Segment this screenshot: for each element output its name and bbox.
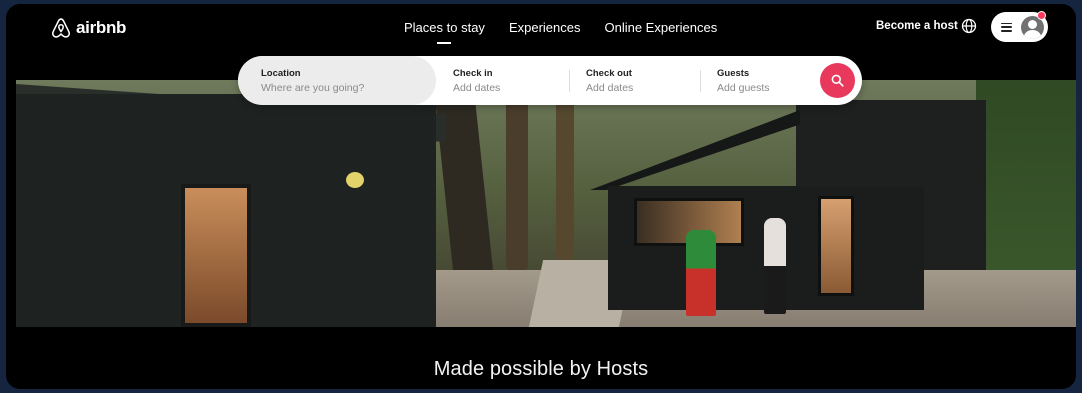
- notification-dot: [1037, 11, 1046, 20]
- check-in-field[interactable]: Check in Add dates: [436, 56, 569, 105]
- hero-tagline: Made possible by Hosts: [433, 358, 649, 380]
- check-out-label: Check out: [586, 68, 632, 79]
- search-icon: [831, 74, 844, 87]
- nav-experiences[interactable]: Experiences: [509, 20, 581, 35]
- location-field[interactable]: Location Where are you going?: [238, 56, 436, 105]
- check-in-label: Check in: [453, 68, 493, 79]
- hero-image: [16, 80, 1076, 327]
- hamburger-icon: [1001, 22, 1012, 32]
- guests-field[interactable]: Guests Add guests: [700, 56, 810, 105]
- airbnb-logo[interactable]: airbnb: [50, 16, 126, 40]
- search-button[interactable]: [820, 63, 855, 98]
- become-host-link[interactable]: Become a host: [876, 20, 958, 32]
- check-out-field[interactable]: Check out Add dates: [569, 56, 700, 105]
- nav-online-experiences[interactable]: Online Experiences: [604, 20, 717, 35]
- globe-icon[interactable]: [961, 18, 977, 34]
- guests-placeholder: Add guests: [717, 82, 770, 94]
- app-frame: airbnb Places to stay Experiences Online…: [6, 4, 1076, 389]
- brand-name: airbnb: [76, 18, 127, 37]
- airbnb-logo-icon: [51, 18, 71, 38]
- search-bar: Location Where are you going? Check in A…: [238, 56, 862, 105]
- main-nav: Places to stay Experiences Online Experi…: [404, 20, 717, 44]
- check-in-placeholder: Add dates: [453, 82, 501, 94]
- nav-places-to-stay[interactable]: Places to stay: [404, 20, 485, 44]
- check-out-placeholder: Add dates: [586, 82, 634, 94]
- location-label: Location: [261, 68, 301, 79]
- location-placeholder: Where are you going?: [261, 82, 365, 94]
- guests-label: Guests: [717, 68, 750, 79]
